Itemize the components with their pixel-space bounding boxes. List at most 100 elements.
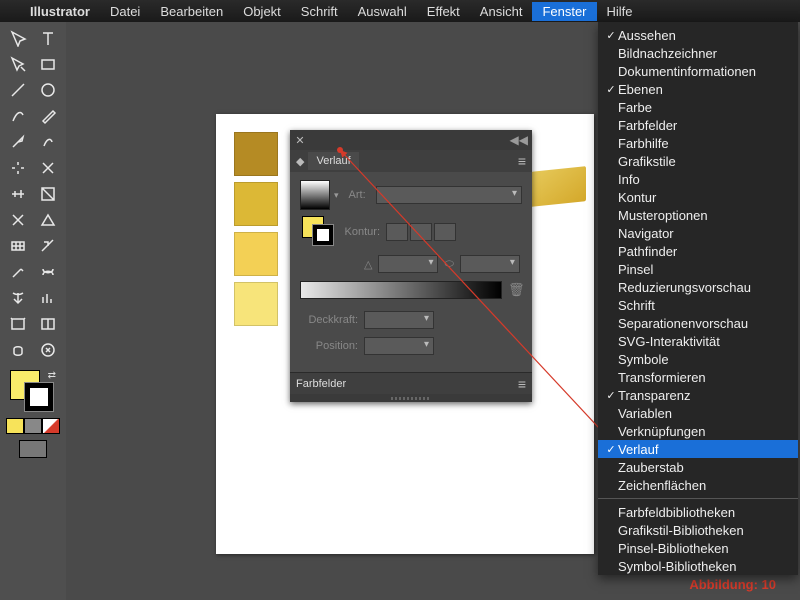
close-panel-icon[interactable]: ✕	[294, 134, 306, 146]
menu-item-verlauf[interactable]: ✓Verlauf	[598, 440, 798, 458]
menu-item-symbolbibliotheken[interactable]: Symbol-Bibliotheken	[598, 557, 798, 575]
menu-fenster[interactable]: Fenster	[532, 2, 596, 21]
opacity-select[interactable]	[364, 311, 434, 329]
menu-item-symbole[interactable]: Symbole	[598, 350, 798, 368]
swap-fill-stroke-icon[interactable]: ⇄	[48, 370, 56, 381]
eraser-tool[interactable]	[34, 104, 62, 128]
type-select[interactable]	[376, 186, 522, 204]
menu-item-pathfinder[interactable]: Pathfinder	[598, 242, 798, 260]
swatches-subpanel[interactable]: Farbfelder ≡	[290, 372, 532, 394]
menu-item-svginteraktivitt[interactable]: SVG-Interaktivität	[598, 332, 798, 350]
menu-item-ebenen[interactable]: ✓Ebenen	[598, 80, 798, 98]
brush-tool[interactable]	[4, 104, 32, 128]
blend-tool[interactable]	[34, 260, 62, 284]
graph-tool[interactable]	[34, 286, 62, 310]
menu-item-kontur[interactable]: Kontur	[598, 188, 798, 206]
menu-item-zeichenflchen[interactable]: Zeichenflächen	[598, 476, 798, 494]
pencil-tool[interactable]	[4, 130, 32, 154]
stroke-align-2[interactable]	[410, 223, 432, 241]
menu-item-pinsel[interactable]: Pinsel	[598, 260, 798, 278]
fill-stroke-swatches[interactable]: ⇄	[10, 370, 56, 412]
delete-stop-icon[interactable]: 🗑	[508, 282, 522, 298]
menu-effekt[interactable]: Effekt	[417, 2, 470, 21]
menu-item-grafikstile[interactable]: Grafikstile	[598, 152, 798, 170]
rect-tool[interactable]	[34, 52, 62, 76]
menu-item-musteroptionen[interactable]: Musteroptionen	[598, 206, 798, 224]
menu-item-dokumentinformationen[interactable]: Dokumentinformationen	[598, 62, 798, 80]
panel-header[interactable]: ✕ ◀◀	[290, 130, 532, 150]
direct-select-tool[interactable]	[4, 52, 32, 76]
line-tool[interactable]	[4, 78, 32, 102]
symbolspray-tool[interactable]	[4, 286, 32, 310]
color-mode-0[interactable]	[6, 418, 24, 434]
screen-mode-button[interactable]	[19, 440, 47, 458]
menu-bearbeiten[interactable]: Bearbeiten	[150, 2, 233, 21]
dropdown-arrow-icon[interactable]: ▾	[334, 190, 339, 201]
mesh-tool[interactable]	[4, 234, 32, 258]
menu-item-grafikstilbibliotheken[interactable]: Grafikstil-Bibliotheken	[598, 521, 798, 539]
resize-grip[interactable]	[290, 394, 532, 402]
zoom-tool[interactable]	[34, 338, 62, 362]
menu-item-separationenvorschau[interactable]: Separationenvorschau	[598, 314, 798, 332]
menu-auswahl[interactable]: Auswahl	[348, 2, 417, 21]
menu-item-verknpfungen[interactable]: Verknüpfungen	[598, 422, 798, 440]
menu-datei[interactable]: Datei	[100, 2, 150, 21]
menu-objekt[interactable]: Objekt	[233, 2, 291, 21]
menu-schrift[interactable]: Schrift	[291, 2, 348, 21]
menu-item-reduzierungsvorschau[interactable]: Reduzierungsvorschau	[598, 278, 798, 296]
canvas-swatch-0[interactable]	[234, 132, 278, 176]
rotate-tool[interactable]	[4, 156, 32, 180]
selection-tool[interactable]	[4, 26, 32, 50]
panel-fill-stroke[interactable]	[302, 216, 338, 248]
menu-item-zauberstab[interactable]: Zauberstab	[598, 458, 798, 476]
gold-bar-shape[interactable]	[531, 166, 586, 207]
menu-item-bildnachzeichner[interactable]: Bildnachzeichner	[598, 44, 798, 62]
aspect-select[interactable]	[460, 255, 520, 273]
menu-app[interactable]: Illustrator	[20, 2, 100, 21]
menu-item-pinselbibliotheken[interactable]: Pinsel-Bibliotheken	[598, 539, 798, 557]
gradient-preview[interactable]	[300, 180, 330, 210]
collapse-icon[interactable]: ◀◀	[510, 133, 528, 147]
angle-select[interactable]	[378, 255, 438, 273]
type-tool[interactable]	[34, 26, 62, 50]
stroke-swatch[interactable]	[24, 382, 54, 412]
perspective-tool[interactable]	[34, 208, 62, 232]
canvas-swatch-2[interactable]	[234, 232, 278, 276]
scale-tool[interactable]	[34, 156, 62, 180]
slice-tool[interactable]	[34, 312, 62, 336]
stroke-align-1[interactable]	[386, 223, 408, 241]
gradient-tool[interactable]	[34, 234, 62, 258]
freetransform-tool[interactable]	[34, 182, 62, 206]
menu-item-farbhilfe[interactable]: Farbhilfe	[598, 134, 798, 152]
menu-item-aussehen[interactable]: ✓Aussehen	[598, 26, 798, 44]
width-tool[interactable]	[4, 182, 32, 206]
blob-tool[interactable]	[34, 130, 62, 154]
menu-item-transparenz[interactable]: ✓Transparenz	[598, 386, 798, 404]
menu-item-farbfelder[interactable]: Farbfelder	[598, 116, 798, 134]
menu-ansicht[interactable]: Ansicht	[470, 2, 533, 21]
shapebuilder-tool[interactable]	[4, 208, 32, 232]
color-mode-2[interactable]	[42, 418, 60, 434]
position-select[interactable]	[364, 337, 434, 355]
color-mode-1[interactable]	[24, 418, 42, 434]
menu-hilfe[interactable]: Hilfe	[597, 2, 643, 21]
ellipse-tool[interactable]	[34, 78, 62, 102]
tab-verlauf[interactable]: Verlauf	[308, 152, 358, 170]
artboard-tool[interactable]	[4, 312, 32, 336]
menu-item-farbfeldbibliotheken[interactable]: Farbfeldbibliotheken	[598, 503, 798, 521]
canvas-swatch-1[interactable]	[234, 182, 278, 226]
eyedropper-tool[interactable]	[4, 260, 32, 284]
menu-item-transformieren[interactable]: Transformieren	[598, 368, 798, 386]
stroke-align-3[interactable]	[434, 223, 456, 241]
canvas-swatch-3[interactable]	[234, 282, 278, 326]
hand-tool[interactable]	[4, 338, 32, 362]
menu-item-info[interactable]: Info	[598, 170, 798, 188]
panel-menu-icon[interactable]: ≡	[518, 153, 526, 169]
menu-item-farbe[interactable]: Farbe	[598, 98, 798, 116]
menu-item-navigator[interactable]: Navigator	[598, 224, 798, 242]
menu-item-variablen[interactable]: Variablen	[598, 404, 798, 422]
menu-item-schrift[interactable]: Schrift	[598, 296, 798, 314]
subpanel-menu-icon[interactable]: ≡	[518, 376, 526, 392]
panel-stroke-swatch[interactable]	[312, 224, 334, 246]
gradient-ramp[interactable]	[300, 281, 502, 299]
